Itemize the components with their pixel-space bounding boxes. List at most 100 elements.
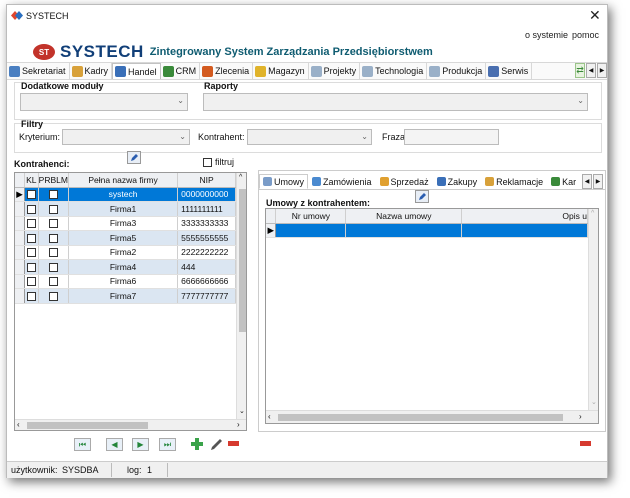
kl-cell[interactable] bbox=[24, 216, 39, 231]
table-row[interactable]: Firma3 3333333333 bbox=[15, 216, 236, 231]
scroll-left-icon[interactable]: ‹ bbox=[17, 420, 20, 429]
checkbox-icon[interactable] bbox=[48, 291, 58, 301]
prblm-cell[interactable] bbox=[38, 230, 69, 246]
column-header-kl[interactable]: KL bbox=[24, 173, 39, 188]
contracts-vscrollbar[interactable]: ^ ⌄ bbox=[588, 209, 598, 410]
toolbar-item-serwis[interactable]: Serwis bbox=[486, 63, 533, 79]
reports-select[interactable]: ⌄ bbox=[203, 93, 588, 111]
phrase-input[interactable] bbox=[404, 129, 499, 145]
edit-button[interactable] bbox=[208, 436, 224, 452]
company-name-cell[interactable]: Firma1 bbox=[68, 201, 179, 217]
scroll-thumb[interactable] bbox=[278, 414, 563, 421]
scroll-thumb[interactable] bbox=[27, 422, 148, 429]
tab-scroll-right-icon[interactable]: ▶ bbox=[593, 174, 603, 189]
first-record-button[interactable]: ⏮ bbox=[74, 438, 91, 451]
tab-umowy[interactable]: Umowy bbox=[259, 174, 309, 189]
nip-cell[interactable]: 6666666666 bbox=[177, 274, 236, 289]
scroll-up-icon[interactable]: ^ bbox=[239, 174, 242, 181]
last-record-button[interactable]: ⏭ bbox=[159, 438, 176, 451]
modules-select[interactable]: ⌄ bbox=[20, 93, 188, 111]
column-header-prblm[interactable]: PRBLM bbox=[38, 173, 69, 188]
nip-cell[interactable]: 1111111111 bbox=[177, 201, 236, 217]
scroll-down-icon[interactable]: ⌄ bbox=[239, 407, 245, 415]
scroll-right-icon[interactable]: › bbox=[237, 420, 240, 429]
toolbar-item-technologia[interactable]: Technologia bbox=[360, 63, 428, 79]
contractors-hscrollbar[interactable]: ‹ › bbox=[15, 419, 246, 430]
contracts-delete-button[interactable] bbox=[578, 437, 593, 450]
tab-scroll-left-icon[interactable]: ◀ bbox=[582, 174, 592, 189]
filter-checkbox[interactable]: filtruj bbox=[203, 157, 234, 167]
nip-cell[interactable]: 444 bbox=[177, 259, 236, 275]
checkbox-icon[interactable] bbox=[26, 262, 36, 272]
company-name-cell[interactable]: systech bbox=[68, 187, 179, 202]
contractor-select[interactable]: ⌄ bbox=[247, 129, 372, 145]
scroll-right-icon[interactable]: › bbox=[579, 412, 582, 421]
contract-no-cell[interactable] bbox=[275, 223, 347, 238]
menu-about[interactable]: o systemie bbox=[525, 30, 568, 40]
nip-cell[interactable]: 7777777777 bbox=[177, 288, 236, 304]
column-header-name[interactable]: Pełna nazwa firmy bbox=[68, 173, 179, 188]
kl-cell[interactable] bbox=[24, 187, 39, 202]
contracts-edit-button[interactable] bbox=[415, 190, 429, 203]
checkbox-icon[interactable] bbox=[48, 262, 58, 272]
toolbar-item-produkcja[interactable]: Produkcja bbox=[427, 63, 487, 79]
scroll-thumb[interactable] bbox=[239, 189, 246, 332]
company-name-cell[interactable]: Firma6 bbox=[68, 274, 179, 289]
checkbox-icon[interactable] bbox=[26, 277, 36, 287]
add-button[interactable] bbox=[189, 436, 205, 452]
contract-desc-cell[interactable] bbox=[461, 223, 588, 238]
tab-zakupy[interactable]: Zakupy bbox=[433, 174, 482, 189]
company-name-cell[interactable]: Firma4 bbox=[68, 259, 179, 275]
checkbox-icon[interactable] bbox=[26, 219, 36, 229]
toolbar-item-zlecenia[interactable]: Zlecenia bbox=[200, 63, 254, 79]
toolbar-item-kadry[interactable]: Kadry bbox=[70, 63, 113, 79]
table-row[interactable]: Firma5 5555555555 bbox=[15, 230, 236, 246]
kl-cell[interactable] bbox=[24, 230, 39, 246]
checkbox-icon[interactable] bbox=[26, 291, 36, 301]
contractors-vscrollbar[interactable]: ^ ⌄ bbox=[236, 173, 246, 419]
toolbar-item-sekretariat[interactable]: Sekretariat bbox=[7, 63, 70, 79]
column-header-contract-desc[interactable]: Opis u bbox=[461, 209, 588, 224]
checkbox-icon[interactable] bbox=[48, 190, 58, 200]
table-row[interactable]: Firma4 444 bbox=[15, 259, 236, 275]
column-header-contract-no[interactable]: Nr umowy bbox=[275, 209, 347, 224]
table-row[interactable]: Firma6 6666666666 bbox=[15, 274, 236, 289]
prblm-cell[interactable] bbox=[38, 259, 69, 275]
table-row[interactable]: ▶ bbox=[266, 223, 588, 238]
prblm-cell[interactable] bbox=[38, 274, 69, 289]
table-row[interactable]: Firma1 1111111111 bbox=[15, 201, 236, 217]
checkbox-icon[interactable] bbox=[26, 233, 36, 243]
table-row[interactable]: Firma2 2222222222 bbox=[15, 245, 236, 260]
prblm-cell[interactable] bbox=[38, 201, 69, 217]
checkbox-icon[interactable] bbox=[48, 219, 58, 229]
menu-help[interactable]: pomoc bbox=[572, 30, 599, 40]
scroll-left-icon[interactable]: ‹ bbox=[268, 412, 271, 421]
green-arrow-icon[interactable]: ⇄ bbox=[575, 63, 585, 78]
toolbar-item-crm[interactable]: CRM bbox=[161, 63, 201, 79]
scroll-down-icon[interactable]: ⌄ bbox=[591, 398, 597, 406]
prblm-cell[interactable] bbox=[38, 288, 69, 304]
column-header-contract-name[interactable]: Nazwa umowy bbox=[345, 209, 463, 224]
column-header-nip[interactable]: NIP bbox=[177, 173, 236, 188]
table-row[interactable]: Firma7 7777777777 bbox=[15, 288, 236, 304]
tab-zamówienia[interactable]: Zamówienia bbox=[308, 174, 376, 189]
kl-cell[interactable] bbox=[24, 201, 39, 217]
next-record-button[interactable]: ▶ bbox=[132, 438, 149, 451]
toolbar-item-projekty[interactable]: Projekty bbox=[309, 63, 361, 79]
scroll-left-icon[interactable]: ◀ bbox=[586, 63, 596, 78]
scroll-right-icon[interactable]: ▶ bbox=[597, 63, 607, 78]
delete-button[interactable] bbox=[226, 437, 241, 450]
prblm-cell[interactable] bbox=[38, 216, 69, 231]
contracts-hscrollbar[interactable]: ‹ › bbox=[266, 410, 598, 423]
checkbox-icon[interactable] bbox=[48, 248, 58, 258]
tab-sprzedaż[interactable]: Sprzedaż bbox=[376, 174, 433, 189]
close-icon[interactable]: ✕ bbox=[589, 7, 601, 24]
checkbox-icon[interactable] bbox=[48, 277, 58, 287]
checkbox-icon[interactable] bbox=[26, 204, 36, 214]
nip-cell[interactable]: 5555555555 bbox=[177, 230, 236, 246]
nip-cell[interactable]: 2222222222 bbox=[177, 245, 236, 260]
company-name-cell[interactable]: Firma2 bbox=[68, 245, 179, 260]
company-name-cell[interactable]: Firma5 bbox=[68, 230, 179, 246]
checkbox-icon[interactable] bbox=[26, 248, 36, 258]
tab-reklamacje[interactable]: Reklamacje bbox=[481, 174, 547, 189]
